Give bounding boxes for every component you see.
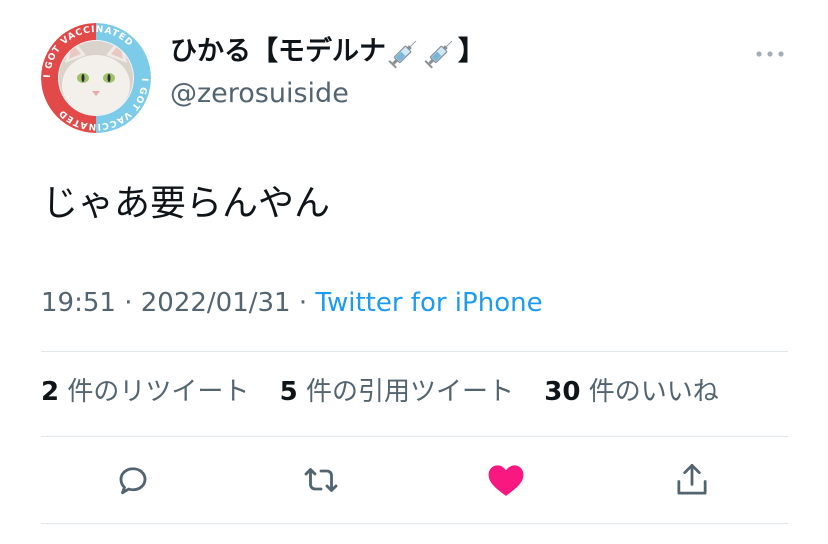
- heart-filled-icon: [487, 462, 525, 502]
- tweet-source-link[interactable]: Twitter for iPhone: [315, 288, 542, 318]
- tweet-stats: 2 件のリツイート 5 件の引用ツイート 30 件のいいね: [41, 374, 741, 410]
- divider: [41, 351, 788, 352]
- like-button[interactable]: [486, 462, 526, 502]
- reply-icon: [115, 462, 151, 502]
- syringe-icon: [386, 35, 422, 71]
- avatar[interactable]: I GOT VACCINATED I GOT VACCINATED: [41, 23, 151, 133]
- share-icon: [674, 461, 710, 503]
- tweet-text: じゃあ要らんやん: [42, 183, 331, 224]
- reply-button[interactable]: [113, 462, 153, 502]
- meta-separator: ·: [298, 288, 308, 318]
- retweets-label: 件のリツイート: [67, 377, 250, 407]
- more-horizontal-icon: [755, 43, 785, 62]
- retweet-button[interactable]: [301, 462, 341, 502]
- likes-label: 件のいいね: [588, 377, 719, 407]
- more-options-button[interactable]: [750, 40, 790, 64]
- quotes-stat[interactable]: 5 件の引用ツイート: [280, 377, 514, 407]
- share-button[interactable]: [672, 462, 712, 502]
- syringe-icon: [422, 35, 458, 71]
- divider: [41, 523, 788, 524]
- quotes-count: 5: [279, 377, 298, 407]
- display-name-end: 】: [458, 36, 485, 67]
- display-name[interactable]: ひかる【モデルナ 】: [170, 34, 485, 71]
- user-handle[interactable]: @zerosuiside: [170, 76, 349, 112]
- retweet-icon: [301, 462, 341, 502]
- retweets-count: 2: [41, 377, 60, 407]
- meta-separator: ·: [124, 288, 133, 318]
- tweet-time[interactable]: 19:51: [41, 288, 116, 318]
- tweet-meta: 19:51 · 2022/01/31 · Twitter for iPhone: [41, 286, 543, 320]
- tweet-date[interactable]: 2022/01/31: [141, 288, 291, 318]
- retweets-stat[interactable]: 2 件のリツイート: [41, 377, 249, 407]
- likes-stat[interactable]: 30 件のいいね: [544, 377, 718, 407]
- display-name-text: ひかる【モデルナ: [170, 36, 386, 67]
- divider: [41, 436, 788, 437]
- quotes-label: 件の引用ツイート: [306, 377, 515, 407]
- likes-count: 30: [544, 377, 581, 407]
